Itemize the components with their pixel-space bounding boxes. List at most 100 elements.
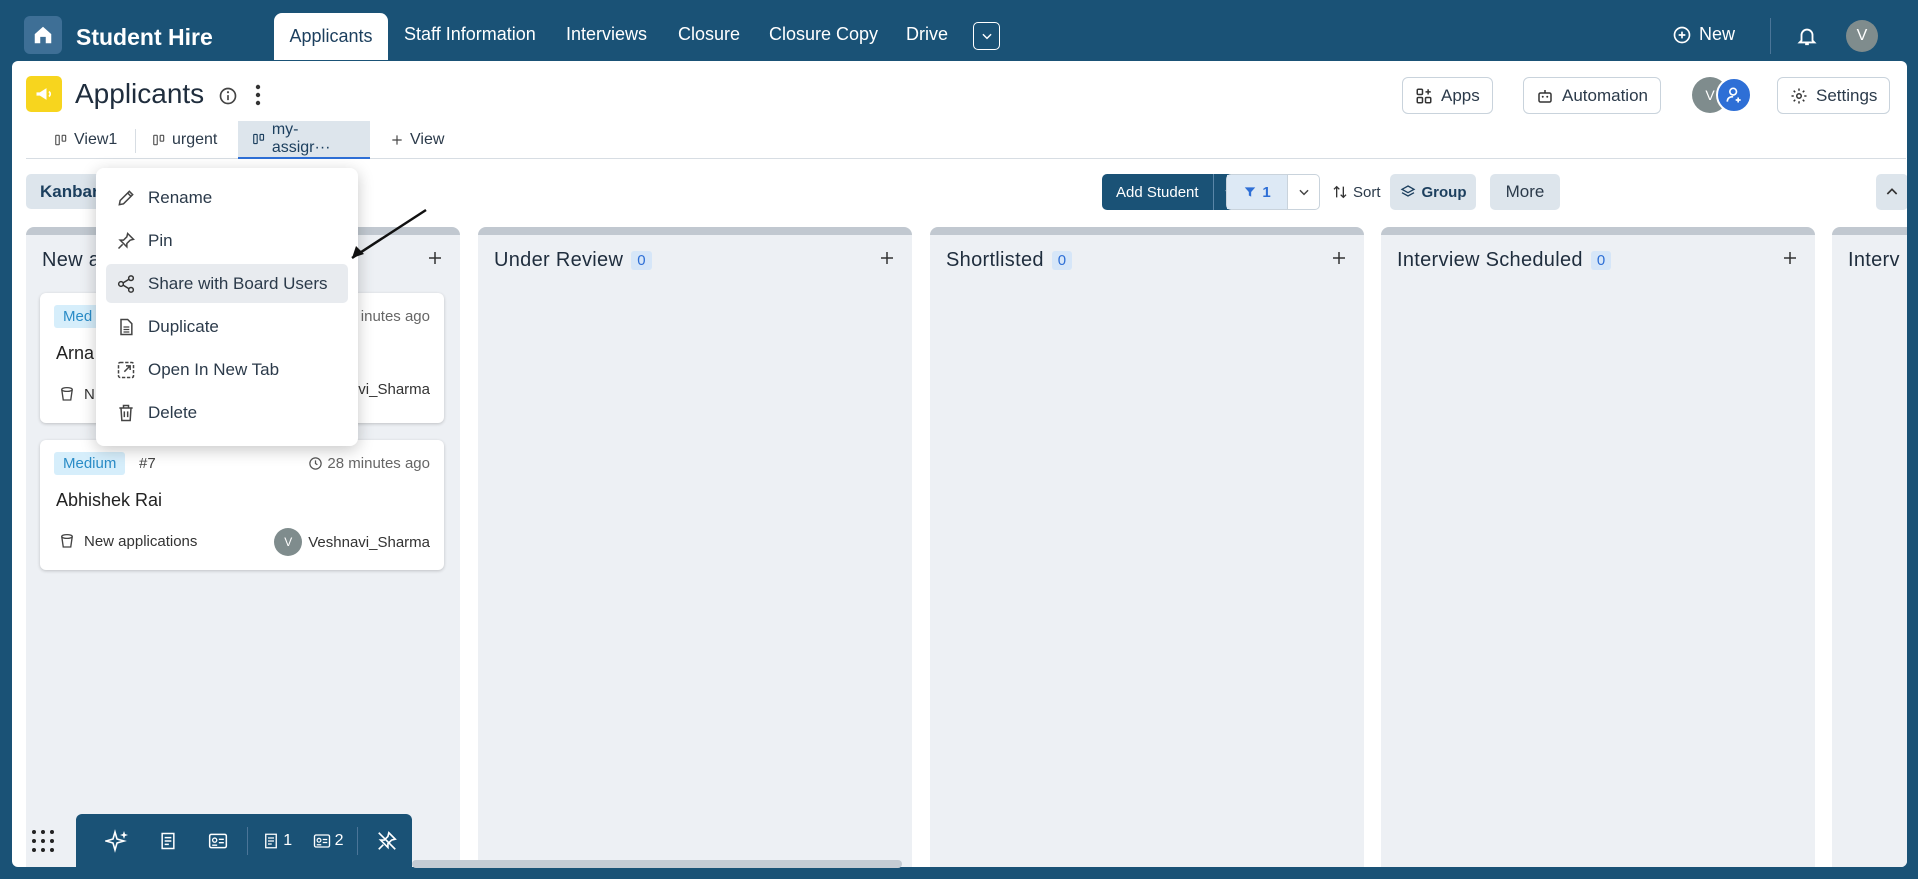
add-view-button[interactable]: View — [376, 121, 458, 159]
add-student-label: Add Student — [1116, 183, 1199, 201]
view-tab-label: my-assigr··· — [271, 121, 331, 156]
settings-button[interactable]: Settings — [1777, 77, 1891, 114]
tab-applicants[interactable]: Applicants — [274, 13, 388, 60]
divider — [356, 827, 358, 855]
applicant-card[interactable]: Medium #7 28 minutes ago Abhishek Rai Ne… — [40, 440, 444, 570]
apps-button[interactable]: Apps — [1402, 77, 1493, 114]
more-tabs-button[interactable] — [973, 22, 1000, 50]
add-member-button[interactable] — [1716, 77, 1752, 113]
automation-label: Automation — [1562, 85, 1648, 105]
add-card-button[interactable] — [1781, 249, 1799, 272]
notes-button[interactable] — [142, 814, 192, 868]
add-view-label: View — [410, 131, 445, 148]
card-stage: N — [58, 385, 95, 403]
column-title: Interv — [1848, 249, 1900, 271]
trash-icon — [119, 404, 133, 421]
filter-button[interactable]: 1 — [1226, 174, 1320, 210]
tab-staff-information[interactable]: Staff Information — [404, 24, 536, 45]
view-tabs: View1 urgent my-assigr··· View — [26, 121, 1906, 159]
automation-button[interactable]: Automation — [1523, 77, 1661, 114]
menu-item-label: Pin — [148, 230, 173, 250]
plus-icon — [1333, 252, 1345, 264]
ai-button[interactable] — [92, 814, 142, 868]
tab-closure-copy[interactable]: Closure Copy — [769, 24, 878, 45]
group-label: Group — [1421, 183, 1467, 201]
column-header: Interv — [1848, 249, 1900, 272]
group-button[interactable]: Group — [1390, 174, 1476, 210]
card-assignee-name: Veshnavi_Sharma — [308, 533, 430, 551]
filter-active[interactable]: 1 — [1227, 175, 1287, 209]
notifications-button[interactable] — [1796, 24, 1818, 53]
user-avatar[interactable]: V — [1846, 20, 1878, 52]
unpin-dock-button[interactable] — [362, 814, 412, 868]
card-name: Abhishek Rai — [56, 490, 163, 510]
kanban-column-under-review: Under Review 0 — [478, 227, 912, 867]
card-stage-label: New applications — [84, 532, 198, 550]
column-header: Shortlisted 0 — [946, 249, 1073, 272]
sort-icon — [1333, 185, 1347, 199]
info-button[interactable] — [218, 86, 238, 111]
home-button[interactable] — [24, 16, 62, 54]
card-assignee-name: vi_Sharma — [358, 381, 430, 398]
view-tab-urgent[interactable]: urgent — [138, 121, 231, 159]
notes-count: 1 — [283, 832, 293, 849]
share-icon — [117, 274, 135, 293]
board-members[interactable]: V — [1692, 77, 1754, 113]
menu-item-rename[interactable]: Rename — [106, 178, 348, 217]
view-tab-label: View1 — [74, 131, 118, 148]
chevron-down-icon — [981, 33, 992, 40]
page-title: Applicants — [75, 78, 205, 109]
menu-item-open-new-tab[interactable]: Open In New Tab — [106, 350, 348, 389]
board-menu-button[interactable] — [254, 84, 262, 111]
menu-item-share[interactable]: Share with Board Users — [106, 264, 348, 303]
open-cards-button[interactable]: 2 — [302, 814, 352, 868]
add-card-button[interactable] — [1330, 249, 1348, 272]
layers-icon — [1400, 185, 1415, 197]
bottom-dock: 1 2 — [76, 814, 412, 868]
document-icon — [120, 318, 133, 335]
apps-grid-button[interactable] — [30, 828, 56, 859]
new-button[interactable]: New — [1672, 24, 1735, 45]
bell-icon — [1797, 28, 1817, 46]
open-notes-button[interactable]: 1 — [252, 814, 302, 868]
view-tab-view1[interactable]: View1 — [40, 121, 131, 159]
tab-closure[interactable]: Closure — [678, 24, 740, 45]
sparkle-icon — [105, 829, 129, 853]
kanban-icon — [55, 134, 67, 146]
info-icon — [219, 87, 237, 105]
sort-button[interactable]: Sort — [1332, 174, 1381, 210]
bucket-icon — [61, 386, 73, 401]
priority-badge: Medium — [54, 452, 126, 475]
add-student-button[interactable]: Add Student — [1102, 174, 1246, 210]
contact-card-button[interactable] — [193, 814, 243, 868]
document-icon — [160, 832, 175, 850]
view-tab-label: urgent — [172, 131, 218, 148]
menu-item-pin[interactable]: Pin — [106, 221, 348, 260]
menu-item-duplicate[interactable]: Duplicate — [106, 307, 348, 346]
column-title: Under Review — [494, 249, 624, 271]
menu-item-label: Share with Board Users — [148, 273, 328, 293]
plus-icon — [881, 252, 893, 264]
kanban-icon — [253, 133, 265, 145]
filter-dropdown[interactable] — [1287, 175, 1319, 209]
tab-interviews[interactable]: Interviews — [566, 24, 647, 45]
app-name: Student Hire — [76, 24, 213, 50]
column-header: Interview Scheduled 0 — [1397, 249, 1612, 272]
tab-drive[interactable]: Drive — [906, 24, 948, 45]
card-assignee: vi_Sharma — [358, 381, 430, 398]
column-title: New a — [42, 249, 101, 271]
id-card-icon — [208, 833, 227, 849]
menu-item-delete[interactable]: Delete — [106, 393, 348, 432]
view-tab-my-assigned[interactable]: my-assigr··· — [238, 121, 370, 159]
clock-icon — [309, 457, 323, 470]
top-navbar: Student Hire Applicants Staff Informatio… — [0, 0, 1918, 61]
column-title: Interview Scheduled — [1397, 249, 1583, 271]
horizontal-scrollbar[interactable] — [412, 860, 902, 868]
add-card-button[interactable] — [878, 249, 896, 272]
pencil-icon — [118, 189, 134, 206]
more-button[interactable]: More — [1490, 174, 1560, 210]
collapse-button[interactable] — [1876, 174, 1907, 210]
settings-label: Settings — [1816, 85, 1878, 105]
view-context-menu: Rename Pin Share with Board Users Duplic… — [96, 168, 358, 446]
column-count: 0 — [1051, 251, 1073, 270]
